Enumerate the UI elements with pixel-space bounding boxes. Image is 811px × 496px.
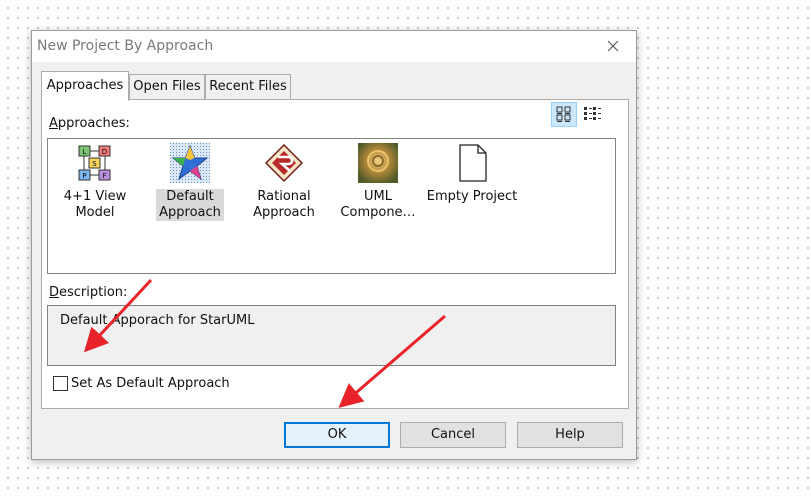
large-icons-view-button[interactable] bbox=[551, 102, 577, 127]
approach-item-uml-component[interactable]: UML Compone… bbox=[336, 143, 420, 221]
approach-item-4plus1[interactable]: L D S P F 4+1 View Model bbox=[53, 143, 137, 221]
approach-item-default[interactable]: Default Approach bbox=[148, 143, 232, 221]
approaches-label: Approaches: bbox=[49, 116, 130, 131]
description-label: Description: bbox=[49, 285, 127, 300]
approach-item-empty-project[interactable]: Empty Project bbox=[426, 143, 518, 205]
svg-text:F: F bbox=[102, 172, 106, 180]
approach-item-rational-line1: Rational bbox=[257, 189, 311, 204]
list-view-icon bbox=[584, 107, 601, 120]
description-label-rest: escription: bbox=[59, 285, 128, 300]
rational-approach-icon bbox=[264, 143, 304, 183]
4plus1-model-icon: L D S P F bbox=[78, 145, 111, 181]
description-text: Default Apporach for StarUML bbox=[60, 313, 255, 328]
approach-item-uml-component-line2: Compone… bbox=[340, 205, 416, 220]
approach-item-4plus1-line2: Model bbox=[75, 205, 115, 220]
approaches-label-mnemonic: A bbox=[49, 116, 58, 131]
approach-item-empty-project-line1: Empty Project bbox=[426, 189, 518, 204]
approach-item-default-line2: Approach bbox=[159, 205, 221, 220]
approach-item-rational[interactable]: Rational Approach bbox=[242, 143, 326, 221]
set-default-label[interactable]: Set As Default Approach bbox=[71, 376, 230, 391]
set-default-checkbox[interactable] bbox=[53, 376, 68, 391]
approach-item-uml-component-line1: UML bbox=[364, 189, 392, 204]
approaches-list: L D S P F 4+1 View Model Default Approac… bbox=[47, 138, 616, 274]
svg-text:P: P bbox=[82, 172, 86, 180]
approach-item-4plus1-line1: 4+1 View bbox=[63, 189, 127, 204]
default-approach-star-icon bbox=[170, 143, 210, 183]
approach-item-default-line1: Default bbox=[166, 189, 214, 204]
approach-item-rational-line2: Approach bbox=[253, 205, 315, 220]
approaches-label-rest: pproaches: bbox=[57, 116, 130, 131]
empty-document-icon bbox=[459, 144, 487, 182]
svg-text:S: S bbox=[92, 160, 97, 168]
large-icons-view-icon bbox=[556, 106, 571, 122]
svg-text:L: L bbox=[83, 148, 87, 156]
description-label-mnemonic: D bbox=[49, 285, 60, 300]
uml-component-icon bbox=[358, 143, 398, 183]
new-project-dialog: New Project By Approach Approaches Open … bbox=[31, 30, 637, 460]
description-box: Default Apporach for StarUML bbox=[47, 305, 616, 366]
list-view-button[interactable] bbox=[579, 102, 605, 127]
svg-text:D: D bbox=[102, 148, 107, 156]
